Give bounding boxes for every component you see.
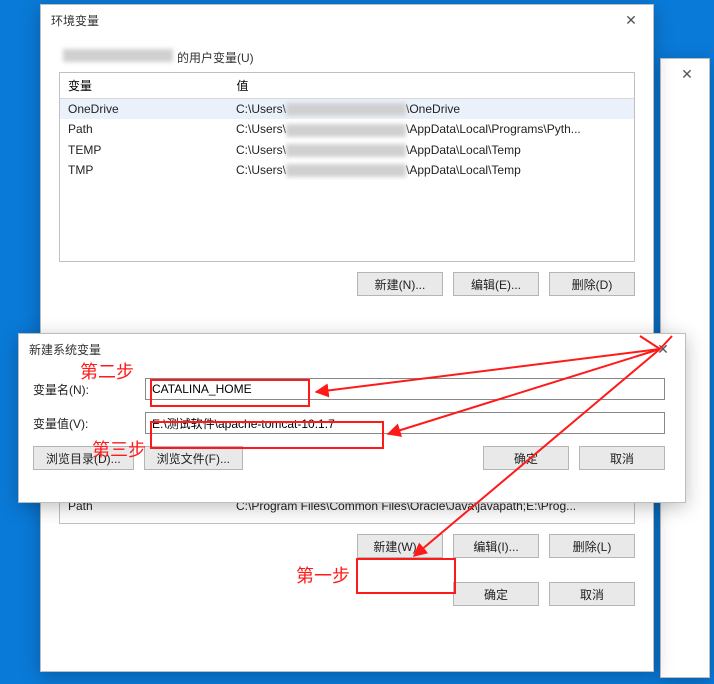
var-value-input[interactable] — [145, 412, 665, 434]
table-row[interactable]: TMP C:\Users\\AppData\Local\Temp — [60, 160, 634, 180]
edit-user-button[interactable]: 编辑(E)... — [453, 272, 539, 296]
new-user-button[interactable]: 新建(N)... — [357, 272, 443, 296]
env-titlebar: 环境变量 ✕ — [41, 5, 653, 35]
user-vars-table[interactable]: 变量 值 OneDrive C:\Users\\OneDrive Path C:… — [59, 72, 635, 262]
col-val[interactable]: 值 — [228, 73, 634, 99]
sys-button-row: 新建(W)... 编辑(I)... 删除(L) — [59, 534, 635, 558]
table-row[interactable]: OneDrive C:\Users\\OneDrive — [60, 99, 634, 120]
newvar-ok-button[interactable]: 确定 — [483, 446, 569, 470]
bottom-button-row: 确定 取消 — [59, 582, 635, 606]
newvar-titlebar: 新建系统变量 ✕ — [19, 334, 685, 364]
close-icon: ✕ — [665, 59, 709, 89]
new-var-dialog: 新建系统变量 ✕ 变量名(N): 变量值(V): 浏览目录(D)... 浏览文件… — [18, 333, 686, 503]
delete-user-button[interactable]: 删除(D) — [549, 272, 635, 296]
cancel-button[interactable]: 取消 — [549, 582, 635, 606]
var-value-label: 变量值(V): — [33, 415, 145, 432]
env-title: 环境变量 — [51, 12, 99, 29]
table-row[interactable]: TEMP C:\Users\\AppData\Local\Temp — [60, 140, 634, 160]
delete-sys-button[interactable]: 删除(L) — [549, 534, 635, 558]
var-name-input[interactable] — [145, 378, 665, 400]
browse-file-button[interactable]: 浏览文件(F)... — [144, 446, 243, 470]
user-vars-label: 的用户变量(U) — [63, 49, 635, 66]
table-row[interactable]: Path C:\Users\\AppData\Local\Programs\Py… — [60, 119, 634, 139]
edit-sys-button[interactable]: 编辑(I)... — [453, 534, 539, 558]
ok-button[interactable]: 确定 — [453, 582, 539, 606]
close-icon[interactable]: ✕ — [641, 334, 685, 364]
user-button-row: 新建(N)... 编辑(E)... 删除(D) — [59, 272, 635, 296]
newvar-title: 新建系统变量 — [29, 341, 101, 358]
var-name-label: 变量名(N): — [33, 381, 145, 398]
browse-dir-button[interactable]: 浏览目录(D)... — [33, 446, 134, 470]
newvar-cancel-button[interactable]: 取消 — [579, 446, 665, 470]
col-var[interactable]: 变量 — [60, 73, 228, 99]
close-icon[interactable]: ✕ — [609, 5, 653, 35]
new-sys-button[interactable]: 新建(W)... — [357, 534, 443, 558]
